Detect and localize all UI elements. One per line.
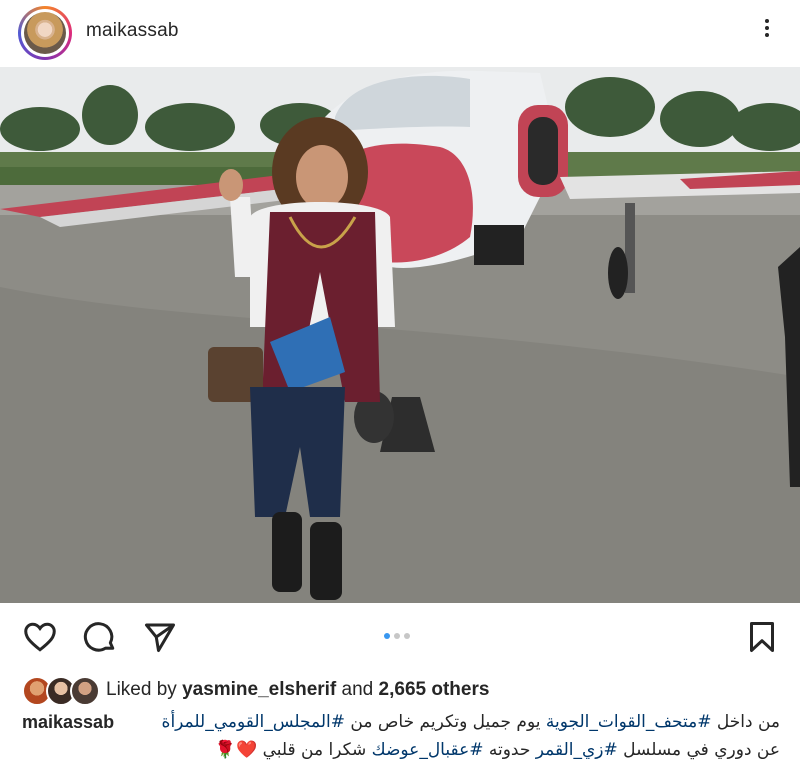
photo-scene bbox=[0, 67, 800, 603]
liker-avatar[interactable] bbox=[70, 676, 100, 706]
post-photo[interactable] bbox=[0, 67, 800, 603]
carousel-dot bbox=[394, 633, 400, 639]
caption-text: عن دوري في مسلسل bbox=[623, 740, 780, 760]
caption-text: حدوته bbox=[488, 740, 531, 760]
hashtag-link[interactable]: #المجلس_القومي_للمرأة bbox=[162, 712, 345, 732]
avatar[interactable] bbox=[18, 6, 72, 60]
likes-count-link[interactable]: 2,665 others bbox=[379, 679, 490, 700]
likes-row: Liked by yasmine_elsherif and 2,665 othe… bbox=[0, 672, 800, 706]
more-vertical-icon[interactable] bbox=[758, 16, 776, 44]
bookmark-icon[interactable] bbox=[744, 619, 780, 655]
caption-emoji: ❤️🌹 bbox=[214, 740, 258, 760]
hashtag-link[interactable]: #عقبال_عوضك bbox=[372, 740, 484, 760]
caption-text: من داخل bbox=[716, 712, 780, 732]
likes-user-link[interactable]: yasmine_elsherif bbox=[182, 679, 336, 700]
likes-summary: Liked by yasmine_elsherif and 2,665 othe… bbox=[106, 679, 489, 701]
send-icon[interactable] bbox=[142, 619, 178, 655]
action-bar bbox=[0, 603, 800, 669]
caption-username[interactable]: maikassab bbox=[22, 708, 114, 736]
avatar-border bbox=[21, 9, 69, 57]
hashtag-link[interactable]: #زي_القمر bbox=[536, 740, 618, 760]
carousel-dot bbox=[384, 633, 390, 639]
hashtag-link[interactable]: #متحف_القوات_الجوية bbox=[546, 712, 712, 732]
caption-line-1: من داخل #متحف_القوات_الجوية يوم جميل وتك… bbox=[125, 708, 780, 736]
avatar-image bbox=[24, 12, 66, 54]
carousel-indicator bbox=[384, 633, 410, 639]
post-username[interactable]: maikassab bbox=[86, 20, 179, 42]
comment-icon[interactable] bbox=[82, 619, 118, 655]
likes-prefix: Liked by bbox=[106, 679, 177, 700]
caption-text: شكرا من قلبي bbox=[262, 740, 367, 760]
likes-and: and bbox=[341, 679, 374, 700]
caption-line-2: عن دوري في مسلسل #زي_القمر حدوته #عقبال_… bbox=[22, 736, 780, 764]
caption-text: يوم جميل وتكريم خاص من bbox=[350, 712, 541, 732]
heart-icon[interactable] bbox=[22, 619, 58, 655]
carousel-dot bbox=[404, 633, 410, 639]
post-header: maikassab bbox=[0, 0, 800, 66]
